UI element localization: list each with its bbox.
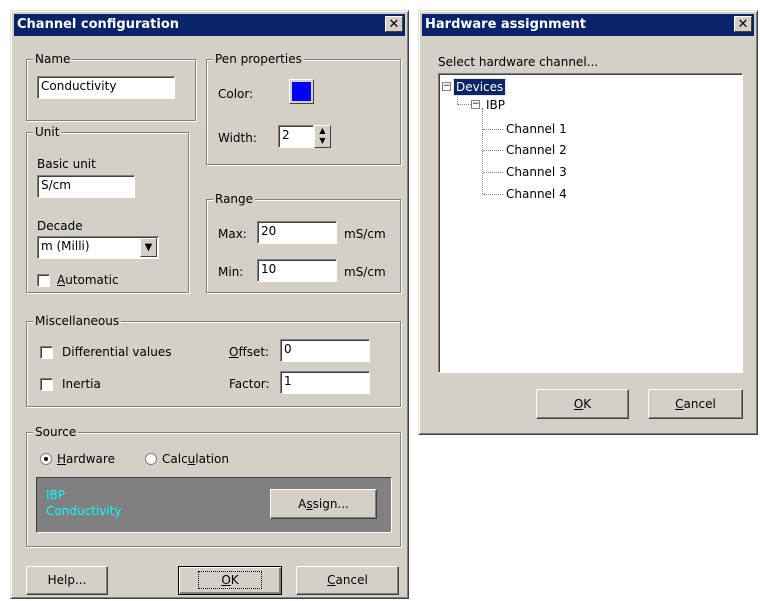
spin-up-icon[interactable]: ▲ (315, 126, 330, 136)
close-icon[interactable]: ✕ (734, 16, 752, 32)
offset-label: Offset: (229, 345, 270, 359)
help-button[interactable]: Help... (26, 566, 108, 595)
assign-button[interactable]: Assign... (270, 489, 377, 519)
tree-node-channel[interactable]: Channel 2 (506, 142, 567, 158)
collapse-icon[interactable]: − (471, 100, 480, 109)
unit-group-legend: Unit (33, 124, 62, 140)
channel-config-titlebar[interactable]: Channel configuration ✕ (14, 14, 405, 36)
tree-node-channel[interactable]: Channel 4 (506, 186, 567, 202)
min-label: Min: (218, 265, 244, 279)
width-spinner[interactable]: ▲ ▼ (314, 125, 331, 148)
width-label: Width: (218, 131, 257, 145)
ok-button[interactable]: OK (178, 566, 282, 595)
hardware-radio-label[interactable]: Hardware (57, 451, 115, 467)
tree-connector (457, 104, 471, 105)
hardware-radio[interactable] (40, 453, 52, 465)
unit-group: Unit Basic unit S/cm Decade m (Milli) ▼ … (26, 124, 189, 293)
decade-selected-value: m (Milli) (41, 239, 90, 253)
tree-connector (482, 108, 483, 194)
name-group: Name Conductivity (26, 51, 196, 121)
hardware-tree[interactable]: − Devices − IBP Channel 1 Channel 2 Chan… (438, 73, 743, 373)
tree-node-devices[interactable]: Devices (452, 78, 507, 96)
miscellaneous-legend: Miscellaneous (33, 313, 122, 329)
ok-button[interactable]: OK (536, 389, 629, 419)
min-unit-label: mS/cm (344, 265, 386, 279)
basic-unit-label: Basic unit (37, 157, 96, 171)
dialog-title: Channel configuration (17, 17, 180, 32)
dialog-title: Hardware assignment (425, 17, 587, 32)
chevron-down-icon[interactable]: ▼ (140, 238, 157, 257)
tree-node-channel[interactable]: Channel 1 (506, 121, 567, 137)
collapse-icon[interactable]: − (442, 82, 451, 91)
calculation-radio-label[interactable]: Calculation (162, 451, 229, 467)
inertia-checkbox[interactable] (40, 378, 53, 391)
cancel-button[interactable]: Cancel (296, 566, 399, 595)
automatic-label[interactable]: Automatic (57, 272, 119, 288)
source-info-panel: IBP Conductivity Assign... (36, 477, 392, 533)
hardware-assignment-titlebar[interactable]: Hardware assignment ✕ (422, 14, 754, 36)
tree-node-ibp[interactable]: IBP (486, 97, 505, 113)
decade-select[interactable]: m (Milli) ▼ (37, 236, 159, 259)
max-label: Max: (218, 227, 247, 241)
color-label: Color: (218, 87, 254, 101)
color-swatch (292, 82, 311, 101)
inertia-label[interactable]: Inertia (62, 376, 101, 392)
hardware-assignment-dialog: Hardware assignment ✕ Select hardware ch… (418, 10, 758, 435)
miscellaneous-group: Miscellaneous Differential values Inerti… (26, 313, 401, 407)
pen-properties-legend: Pen properties (213, 51, 304, 67)
tree-connector (483, 172, 503, 173)
factor-label: Factor: (229, 377, 270, 391)
name-input[interactable]: Conductivity (37, 76, 175, 99)
spin-down-icon[interactable]: ▼ (315, 136, 330, 146)
calculation-radio[interactable] (145, 453, 157, 465)
differential-values-checkbox[interactable] (40, 346, 53, 359)
basic-unit-input[interactable]: S/cm (37, 175, 135, 198)
tree-node-channel[interactable]: Channel 3 (506, 164, 567, 180)
min-input[interactable]: 10 (257, 259, 337, 282)
differential-values-label[interactable]: Differential values (62, 344, 171, 360)
offset-input[interactable]: 0 (280, 339, 370, 362)
automatic-checkbox[interactable] (37, 274, 50, 287)
pen-properties-group: Pen properties Color: Width: 2 ▲ ▼ (206, 51, 401, 165)
channel-config-dialog: Channel configuration ✕ Name Conductivit… (10, 10, 409, 599)
factor-input[interactable]: 1 (280, 371, 370, 394)
source-legend: Source (33, 424, 79, 440)
max-unit-label: mS/cm (344, 227, 386, 241)
color-swatch-button[interactable] (289, 79, 314, 104)
close-icon[interactable]: ✕ (385, 16, 403, 32)
width-input[interactable]: 2 (278, 125, 314, 148)
decade-label: Decade (37, 219, 83, 233)
name-group-legend: Name (33, 51, 73, 67)
source-group: Source Hardware Calculation IBP Conducti… (26, 424, 401, 547)
source-channel-text: Conductivity (46, 504, 122, 518)
max-input[interactable]: 20 (257, 221, 337, 244)
range-group: Range Max: 20 mS/cm Min: 10 mS/cm (206, 191, 401, 293)
source-device-text: IBP (46, 488, 66, 502)
tree-connector (483, 150, 503, 151)
tree-connector (483, 194, 503, 195)
tree-connector (483, 129, 503, 130)
select-channel-prompt: Select hardware channel... (438, 55, 599, 69)
cancel-button[interactable]: Cancel (648, 389, 743, 419)
tree-connector (457, 94, 458, 104)
range-group-legend: Range (213, 191, 256, 207)
